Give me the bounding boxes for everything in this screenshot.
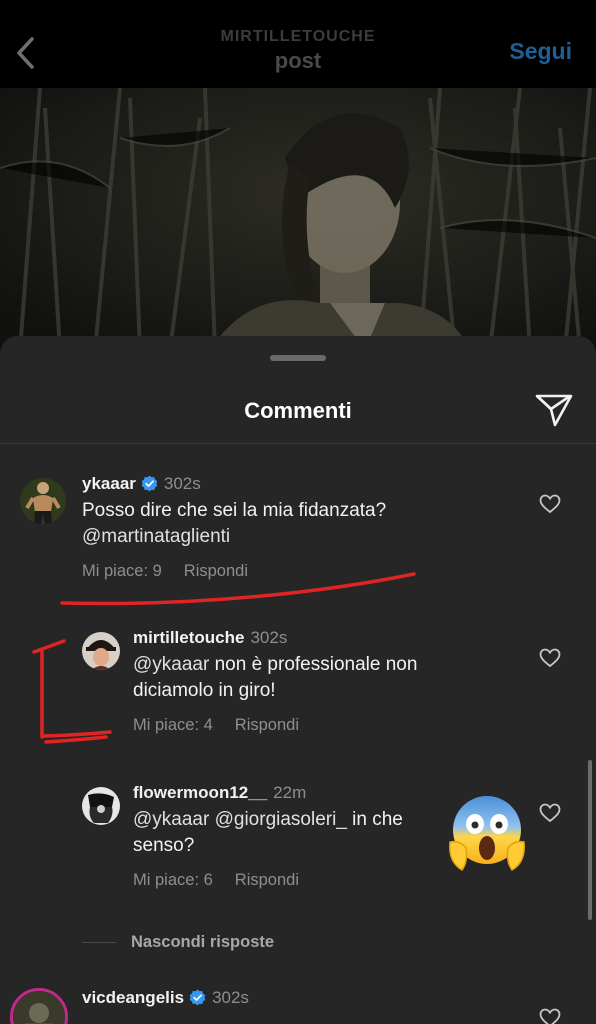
screaming-face-emoji xyxy=(446,792,528,874)
heart-icon xyxy=(539,803,561,823)
like-button[interactable] xyxy=(539,648,563,670)
like-button[interactable] xyxy=(539,803,563,825)
follow-button[interactable]: Segui xyxy=(509,38,572,65)
heart-icon xyxy=(539,648,561,668)
comment-username[interactable]: ykaaar xyxy=(82,474,136,493)
avatar[interactable] xyxy=(82,787,120,825)
share-button[interactable] xyxy=(534,392,574,428)
reply-header: mirtilletouche 302s xyxy=(133,628,473,648)
heart-icon xyxy=(539,494,561,514)
header-titles: MIRTILLETOUCHE post xyxy=(150,28,446,74)
avatar[interactable] xyxy=(10,988,68,1024)
comment-header: ykaaar 302s xyxy=(82,474,472,494)
hide-replies-button[interactable]: Nascondi risposte xyxy=(82,932,274,952)
back-chevron-icon xyxy=(17,37,34,69)
reply-button[interactable]: Rispondi xyxy=(184,562,248,580)
likes-count[interactable]: Mi piace: 4 xyxy=(133,716,213,734)
mention-link[interactable]: @martinataglienti xyxy=(82,526,230,547)
reply-username[interactable]: mirtilletouche xyxy=(133,628,244,647)
mention-link[interactable]: @ykaaar xyxy=(133,654,209,675)
likes-count[interactable]: Mi piace: 9 xyxy=(82,562,162,580)
hide-replies-label: Nascondi risposte xyxy=(131,932,275,951)
reply-actions: Mi piace: 6 Rispondi xyxy=(133,871,453,890)
reply-header: flowermoon12__ 22m xyxy=(133,783,453,803)
comment-item: ykaaar 302s Posso dire che sei la mia fid… xyxy=(0,474,596,594)
hide-replies-line xyxy=(82,941,116,943)
verified-badge-icon xyxy=(141,475,158,492)
likes-count[interactable]: Mi piace: 6 xyxy=(133,871,213,889)
comment-body: vicdeangelis 302s xyxy=(82,988,249,1008)
reply-username[interactable]: flowermoon12__ xyxy=(133,783,267,802)
reply-time: 22m xyxy=(273,783,307,802)
header-username: MIRTILLETOUCHE xyxy=(220,28,376,45)
heart-icon xyxy=(539,1008,561,1024)
reply-actions: Mi piace: 4 Rispondi xyxy=(133,716,473,735)
reply-item: mirtilletouche 302s @ykaaar non è profess… xyxy=(0,628,596,748)
comment-time: 302s xyxy=(212,988,249,1007)
sheet-divider xyxy=(0,443,596,444)
reply-button[interactable]: Rispondi xyxy=(235,716,299,734)
post-photo xyxy=(0,88,596,350)
comment-text: Posso dire che sei la mia fidanzata? @ma… xyxy=(82,498,472,550)
reply-time: 302s xyxy=(250,628,288,647)
comment-body: ykaaar 302s Posso dire che sei la mia fid… xyxy=(82,474,472,581)
comment-text-content: Posso dire che sei la mia fidanzata? xyxy=(82,500,387,521)
comment-time: 302s xyxy=(163,474,201,493)
mention-link[interactable]: @ykaaar @giorgiasoleri_ xyxy=(133,809,347,830)
comments-sheet: Commenti ykaaar 302s Posso dire che sei l… xyxy=(0,336,596,1024)
scrollbar[interactable] xyxy=(588,760,592,920)
comment-username[interactable]: vicdeangelis xyxy=(82,988,184,1007)
avatar[interactable] xyxy=(20,478,66,524)
like-button[interactable] xyxy=(539,494,563,516)
sheet-drag-handle[interactable] xyxy=(270,355,326,361)
comment-item: vicdeangelis 302s xyxy=(0,988,596,1024)
reply-text: @ykaaar non è professionale non diciamol… xyxy=(133,652,473,704)
paper-plane-icon xyxy=(535,394,573,427)
reply-text: @ykaaar @giorgiasoleri_ in che senso? xyxy=(133,807,453,859)
reply-body: mirtilletouche 302s @ykaaar non è profess… xyxy=(133,628,473,735)
page-title: post xyxy=(274,48,322,73)
comment-header: vicdeangelis 302s xyxy=(82,988,249,1008)
back-button[interactable] xyxy=(8,30,42,76)
reply-body: flowermoon12__ 22m @ykaaar @giorgiasoleri… xyxy=(133,783,453,890)
sheet-title: Commenti xyxy=(244,398,352,423)
top-bar: MIRTILLETOUCHE post Segui xyxy=(0,0,596,88)
comment-actions: Mi piace: 9 Rispondi xyxy=(82,562,472,581)
reply-button[interactable]: Rispondi xyxy=(235,871,299,889)
avatar[interactable] xyxy=(82,632,120,670)
like-button[interactable] xyxy=(539,1008,563,1024)
verified-badge-icon xyxy=(189,989,206,1006)
